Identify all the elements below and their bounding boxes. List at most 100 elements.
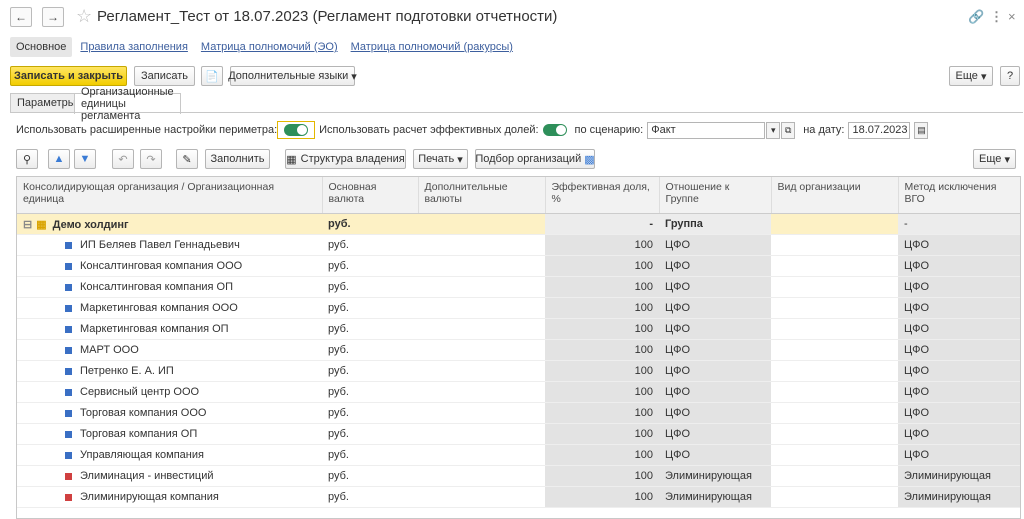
currency-cell[interactable]: руб. — [322, 486, 418, 508]
close-icon[interactable]: × — [1008, 9, 1016, 24]
move-down-icon[interactable]: ▼ — [74, 149, 96, 169]
table-row[interactable]: Торговая компания ОП руб. 100 ЦФО ЦФО — [17, 423, 1020, 445]
extra-currencies-cell[interactable] — [418, 297, 545, 319]
effective-shares-toggle[interactable] — [542, 124, 567, 136]
select-orgs-button[interactable]: Подбор организаций ▩ — [475, 149, 595, 169]
column-header-org[interactable]: Консолидирующая организация / Организаци… — [17, 177, 323, 214]
org-name-cell[interactable]: Торговая компания ООО — [17, 402, 322, 424]
kind-cell[interactable] — [771, 360, 898, 382]
currency-cell[interactable]: руб. — [322, 234, 418, 256]
org-name-cell[interactable]: Консалтинговая компания ОП — [17, 276, 322, 298]
currency-cell[interactable]: руб. — [322, 297, 418, 319]
column-header-currency[interactable]: Основная валюта — [322, 177, 419, 214]
move-up-icon[interactable]: ▲ — [48, 149, 70, 169]
org-name-cell[interactable]: Элиминация - инвестиций — [17, 465, 322, 487]
save-button[interactable]: Записать — [134, 66, 195, 86]
table-row[interactable]: Петренко Е. А. ИП руб. 100 ЦФО ЦФО — [17, 360, 1020, 382]
section-link-matrix-eo[interactable]: Матрица полномочий (ЭО) — [201, 41, 338, 53]
extra-currencies-cell[interactable] — [418, 465, 545, 487]
table-row[interactable]: Сервисный центр ООО руб. 100 ЦФО ЦФО — [17, 381, 1020, 403]
column-header-kind[interactable]: Вид организации — [771, 177, 899, 214]
extra-currencies-cell[interactable] — [418, 381, 545, 403]
kind-cell[interactable] — [771, 423, 898, 445]
column-header-share[interactable]: Эффективная доля, % — [545, 177, 660, 214]
table-row[interactable]: Маркетинговая компания ООО руб. 100 ЦФО ЦФО — [17, 297, 1020, 319]
table-row[interactable]: Элиминирующая компания руб. 100 Элиминирующ… — [17, 486, 1020, 508]
table-row[interactable]: Консалтинговая компания ООО руб. 100 ЦФО ЦФО — [17, 255, 1020, 277]
org-name-cell[interactable]: Управляющая компания — [17, 444, 322, 466]
currency-cell[interactable]: руб. — [322, 465, 418, 487]
kind-cell[interactable] — [771, 234, 898, 256]
table-more-button[interactable]: Еще ▾ — [973, 149, 1016, 169]
kind-cell[interactable] — [771, 297, 898, 319]
undo-icon[interactable]: ↶ — [112, 149, 134, 169]
org-name-cell[interactable]: Сервисный центр ООО — [17, 381, 322, 403]
group-kind[interactable] — [771, 213, 898, 235]
section-main[interactable]: Основное — [10, 37, 73, 57]
kind-cell[interactable] — [771, 444, 898, 466]
tab-org-units[interactable]: Организационные единицы регламента — [74, 86, 181, 122]
ownership-structure-button[interactable]: ▦ Структура владения — [285, 149, 406, 169]
currency-cell[interactable]: руб. — [322, 381, 418, 403]
redo-icon[interactable]: ↷ — [140, 149, 162, 169]
fill-button[interactable]: Заполнить — [205, 149, 270, 169]
column-header-method[interactable]: Метод исключения ВГО — [898, 177, 1020, 214]
kind-cell[interactable] — [771, 255, 898, 277]
column-header-extra-currencies[interactable]: Дополнительные валюты — [418, 177, 546, 214]
org-name-cell[interactable]: Элиминирующая компания — [17, 486, 322, 508]
scenario-input[interactable]: Факт — [647, 121, 766, 139]
currency-cell[interactable]: руб. — [322, 255, 418, 277]
dropdown-icon[interactable]: ▾ — [766, 121, 781, 139]
extra-currencies-cell[interactable] — [418, 486, 545, 508]
group-extra[interactable] — [418, 213, 545, 235]
extra-currencies-cell[interactable] — [418, 360, 545, 382]
help-button[interactable]: ? — [1000, 66, 1020, 86]
kind-cell[interactable] — [771, 465, 898, 487]
table-row[interactable]: Элиминация - инвестиций руб. 100 Элиминирую… — [17, 465, 1020, 487]
extra-currencies-cell[interactable] — [418, 423, 545, 445]
kind-cell[interactable] — [771, 318, 898, 340]
kind-cell[interactable] — [771, 339, 898, 361]
table-row[interactable]: ИП Беляев Павел Геннадьевич руб. 100 ЦФО ЦФО — [17, 234, 1020, 256]
group-name-cell[interactable]: ⊟ ▦ Демо холдинг — [17, 213, 322, 235]
currency-cell[interactable]: руб. — [322, 444, 418, 466]
date-input[interactable]: 18.07.2023 — [848, 121, 911, 139]
currency-cell[interactable]: руб. — [322, 339, 418, 361]
save-and-close-button[interactable]: Записать и закрыть — [10, 66, 127, 86]
table-row[interactable]: МАРТ ООО руб. 100 ЦФО ЦФО — [17, 339, 1020, 361]
star-icon[interactable]: ☆ — [76, 6, 92, 27]
more-button[interactable]: Еще ▾ — [949, 66, 993, 86]
column-header-relation[interactable]: Отношение к Группе — [659, 177, 772, 214]
extra-currencies-cell[interactable] — [418, 255, 545, 277]
org-name-cell[interactable]: Маркетинговая компания ОП — [17, 318, 322, 340]
table-row[interactable]: Торговая компания ООО руб. 100 ЦФО ЦФО — [17, 402, 1020, 424]
section-link-fill-rules[interactable]: Правила заполнения — [80, 41, 188, 53]
currency-cell[interactable]: руб. — [322, 423, 418, 445]
currency-cell[interactable]: руб. — [322, 318, 418, 340]
extra-currencies-cell[interactable] — [418, 318, 545, 340]
org-name-cell[interactable]: Маркетинговая компания ООО — [17, 297, 322, 319]
search-icon[interactable]: ⚲ — [16, 149, 38, 169]
currency-cell[interactable]: руб. — [322, 402, 418, 424]
org-name-cell[interactable]: Консалтинговая компания ООО — [17, 255, 322, 277]
extra-languages-button[interactable]: Дополнительные языки ▾ — [228, 66, 357, 86]
table-row[interactable]: Маркетинговая компания ОП руб. 100 ЦФО ЦФО — [17, 318, 1020, 340]
extra-currencies-cell[interactable] — [418, 402, 545, 424]
open-icon[interactable]: ⧉ — [781, 121, 796, 139]
edit-icon[interactable]: ✎ — [176, 149, 198, 169]
kind-cell[interactable] — [771, 276, 898, 298]
org-name-cell[interactable]: МАРТ ООО — [17, 339, 322, 361]
extra-currencies-cell[interactable] — [418, 444, 545, 466]
org-name-cell[interactable]: Петренко Е. А. ИП — [17, 360, 322, 382]
org-name-cell[interactable]: ИП Беляев Павел Геннадьевич — [17, 234, 322, 256]
group-currency[interactable]: руб. — [322, 213, 418, 235]
currency-cell[interactable]: руб. — [322, 276, 418, 298]
collapse-icon[interactable]: ⊟ — [23, 219, 32, 231]
extra-currencies-cell[interactable] — [418, 234, 545, 256]
kind-cell[interactable] — [771, 402, 898, 424]
print-button[interactable]: Печать ▾ — [413, 149, 468, 169]
table-row[interactable]: Консалтинговая компания ОП руб. 100 ЦФО ЦФО — [17, 276, 1020, 298]
section-link-matrix-views[interactable]: Матрица полномочий (ракурсы) — [351, 41, 513, 53]
kind-cell[interactable] — [771, 486, 898, 508]
arrow-right-icon[interactable]: → — [42, 7, 64, 27]
